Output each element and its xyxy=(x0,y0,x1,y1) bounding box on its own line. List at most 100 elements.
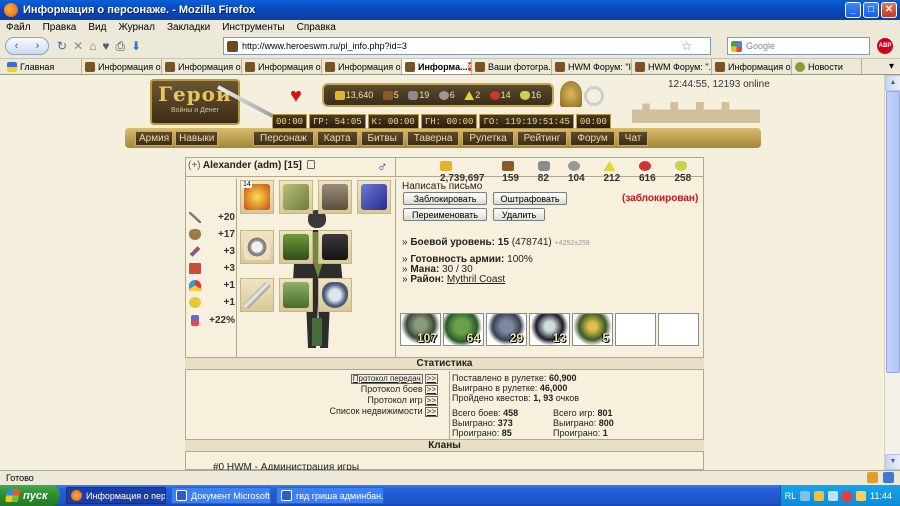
nav-character[interactable]: Персонаж xyxy=(253,131,314,146)
tab-active[interactable]: Информа... x xyxy=(402,59,472,74)
tab-forum-1[interactable]: HWM Форум: "I... xyxy=(552,59,632,74)
task-firefox[interactable]: Информация о персо... xyxy=(66,487,166,504)
menu-bookmarks[interactable]: Закладки xyxy=(167,22,210,33)
slot-ring[interactable] xyxy=(240,230,274,264)
district-link[interactable]: Mythril Coast xyxy=(447,274,505,285)
open-button[interactable]: >> xyxy=(424,407,438,417)
tab-close-icon[interactable]: x xyxy=(467,62,471,71)
print-icon[interactable]: ⎙ xyxy=(116,37,126,55)
slot-cloak[interactable] xyxy=(318,230,352,264)
menu-history[interactable]: Журнал xyxy=(118,22,155,33)
slot-armor-top[interactable] xyxy=(318,180,352,214)
army-unit-3[interactable]: 29 xyxy=(486,313,527,346)
menu-view[interactable]: Вид xyxy=(88,22,106,33)
army-unit-2[interactable]: 64 xyxy=(443,313,484,346)
fine-button[interactable]: Оштрафовать xyxy=(493,192,567,205)
tab-main[interactable]: Главная xyxy=(4,59,82,74)
slot-boots[interactable] xyxy=(279,278,313,312)
army-unit-5[interactable]: 5 xyxy=(572,313,613,346)
menu-tools[interactable]: Инструменты xyxy=(222,22,284,33)
url-bar[interactable]: http://www.heroeswm.ru/pl_info.php?id=3 … xyxy=(223,37,711,55)
open-button[interactable]: >> xyxy=(424,385,438,395)
addon-icon[interactable] xyxy=(867,472,878,483)
slot-shield[interactable] xyxy=(318,278,352,312)
army-unit-1[interactable]: 107 xyxy=(400,313,441,346)
game-logo[interactable]: Герои Войны и Денег xyxy=(150,79,240,125)
nav-chat[interactable]: Чат xyxy=(617,131,649,146)
close-button[interactable]: ✕ xyxy=(881,2,897,18)
open-button[interactable]: >> xyxy=(424,374,438,384)
nav-battles[interactable]: Битвы xyxy=(360,131,404,146)
nav-map[interactable]: Карта xyxy=(316,131,358,146)
heart-icon[interactable]: ♥ xyxy=(290,85,302,108)
nav-army[interactable]: Армия xyxy=(135,131,174,146)
slot-weapon[interactable] xyxy=(240,278,274,312)
clan-entry[interactable]: #0 HWM - Администрация игры xyxy=(213,462,359,470)
download-status-icon[interactable] xyxy=(883,472,894,483)
window-titlebar[interactable]: Информация о персонаже. - Mozilla Firefo… xyxy=(0,0,900,20)
block-button[interactable]: Заблокировать xyxy=(403,192,487,205)
slot-cuirass[interactable] xyxy=(279,230,313,264)
army-unit-4[interactable]: 13 xyxy=(529,313,570,346)
task-word-doc[interactable]: Документ Microsoft ... xyxy=(171,487,271,504)
tab-info-3[interactable]: Информация о ... xyxy=(242,59,322,74)
slot-amulet[interactable] xyxy=(279,180,313,214)
tab-info-2[interactable]: Информация о ... xyxy=(162,59,242,74)
menu-edit[interactable]: Правка xyxy=(43,22,77,33)
tab-list-icon[interactable]: ▾ xyxy=(889,61,894,72)
star-icon[interactable]: ☆ xyxy=(681,39,692,53)
slot-book[interactable] xyxy=(357,180,391,214)
tab-news[interactable]: Новости xyxy=(792,59,862,74)
tab-forum-2[interactable]: HWM Форум: "... xyxy=(632,59,712,74)
search-box[interactable]: Google xyxy=(727,37,870,55)
write-letter-link[interactable]: Написать письмо xyxy=(402,181,482,192)
rename-button[interactable]: Переименовать xyxy=(403,208,487,221)
tab-photos[interactable]: Ваши фотогра... xyxy=(472,59,552,74)
nav-skills[interactable]: Навыки xyxy=(175,131,219,146)
adblock-icon[interactable]: ABP xyxy=(877,38,893,54)
tray-security-icon[interactable] xyxy=(814,490,825,501)
task-folder[interactable]: гвд гриша админбан... xyxy=(276,487,384,504)
clock[interactable]: 11:44 xyxy=(870,491,892,501)
nav-roulette[interactable]: Рулетка xyxy=(462,131,514,146)
tray-alert-icon[interactable] xyxy=(842,490,853,501)
home-button[interactable]: ⌂ xyxy=(89,37,96,55)
maximize-button[interactable]: □ xyxy=(863,2,879,18)
army-slot-empty-2[interactable] xyxy=(658,313,699,346)
nav-tavern[interactable]: Таверна xyxy=(406,131,460,146)
tab-info-1[interactable]: Информация о ... xyxy=(82,59,162,74)
scroll-thumb[interactable] xyxy=(886,91,900,373)
menu-file[interactable]: Файл xyxy=(6,22,31,33)
start-button[interactable]: пуск xyxy=(0,485,60,506)
slot-helmet[interactable]: 14 xyxy=(240,180,274,214)
stop-button[interactable]: ✕ xyxy=(73,37,83,55)
battle-log-link[interactable]: Протокол боев >> xyxy=(300,384,438,395)
army-slot-empty-1[interactable] xyxy=(615,313,656,346)
language-indicator[interactable]: RL xyxy=(785,491,797,501)
forward-button[interactable]: › xyxy=(36,40,40,52)
menu-help[interactable]: Справка xyxy=(297,22,336,33)
plus-toggle[interactable]: (+) xyxy=(188,160,201,171)
timer-k: К: 00:00 xyxy=(367,114,419,129)
back-button[interactable]: ‹ xyxy=(15,40,19,52)
tray-network-icon[interactable] xyxy=(800,490,811,501)
minimize-button[interactable]: _ xyxy=(845,2,861,18)
transfer-log-link[interactable]: Протокол передач >> xyxy=(300,373,438,384)
ring-icon[interactable] xyxy=(584,86,604,106)
property-list-link[interactable]: Список недвижимости >> xyxy=(300,406,438,417)
tray-app-icon[interactable] xyxy=(856,490,867,501)
tab-info-4[interactable]: Информация о ... xyxy=(322,59,402,74)
bookmark-icon[interactable]: ♥ xyxy=(102,37,109,55)
nav-rating[interactable]: Рейтинг xyxy=(516,131,568,146)
game-log-link[interactable]: Протокол игр >> xyxy=(300,395,438,406)
tab-info-5[interactable]: Информация о ... xyxy=(712,59,792,74)
reload-button[interactable]: ↻ xyxy=(57,37,67,55)
download-icon[interactable]: ⬇ xyxy=(131,37,141,55)
vertical-scrollbar[interactable]: ▲ ▼ xyxy=(884,75,900,470)
nav-forum[interactable]: Форум xyxy=(570,131,615,146)
scroll-down-icon[interactable]: ▼ xyxy=(885,454,900,470)
open-button[interactable]: >> xyxy=(424,396,438,406)
scroll-up-icon[interactable]: ▲ xyxy=(885,75,900,91)
delete-button[interactable]: Удалить xyxy=(493,208,545,221)
tray-volume-icon[interactable] xyxy=(828,490,839,501)
